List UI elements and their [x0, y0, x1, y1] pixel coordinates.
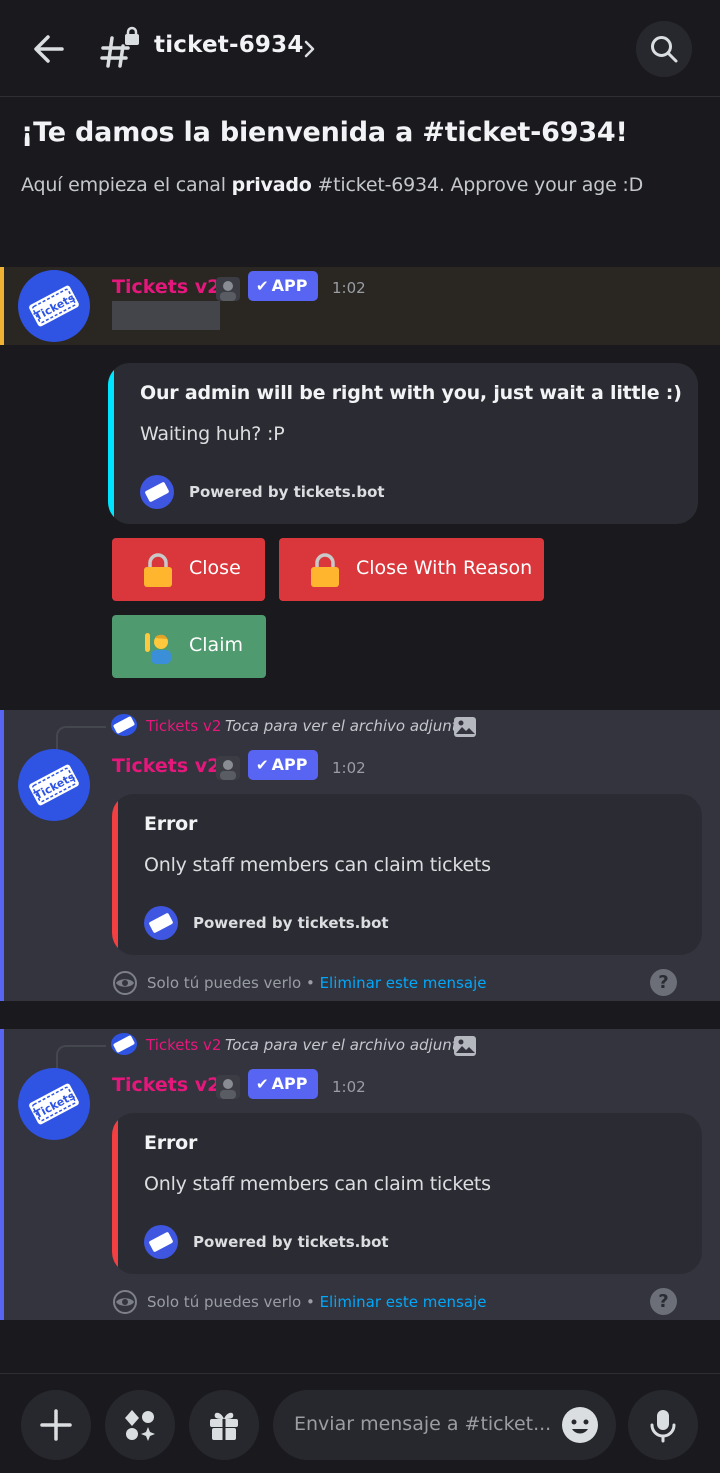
lock-icon — [309, 553, 341, 587]
message-composer: Enviar mensaje a #ticket... — [0, 1373, 720, 1473]
apps-button[interactable] — [105, 1390, 175, 1460]
voice-message-button[interactable] — [628, 1390, 698, 1460]
timestamp: 1:02 — [332, 1078, 366, 1096]
reply-connector — [56, 1045, 106, 1069]
redacted-content — [112, 301, 220, 330]
gift-icon — [210, 1412, 238, 1440]
emoji-icon[interactable] — [561, 1406, 599, 1444]
welcome-title: ¡Te damos la bienvenida a #ticket-6934! — [21, 117, 628, 148]
user-icon — [216, 756, 240, 780]
embed-footer: Powered by tickets.bot — [193, 914, 389, 932]
app-badge: ✔ APP — [248, 750, 318, 780]
eye-icon — [112, 970, 138, 996]
embed-footer: Powered by tickets.bot — [189, 483, 385, 501]
image-icon — [452, 714, 478, 740]
embed-card: Our admin will be right with you, just w… — [108, 363, 698, 524]
embed-accent-bar — [108, 363, 114, 524]
footer-avatar — [144, 906, 178, 940]
microphone-icon — [650, 1410, 676, 1443]
embed-description: Waiting huh? :P — [140, 423, 285, 445]
add-attachment-button[interactable] — [21, 1390, 91, 1460]
embed-description: Only staff members can claim tickets — [144, 854, 491, 876]
image-icon — [452, 1033, 478, 1059]
close-button[interactable]: Close — [112, 538, 265, 601]
search-icon — [651, 36, 678, 63]
lock-icon — [142, 553, 174, 587]
reply-connector — [56, 726, 106, 750]
channel-title[interactable]: ticket-6934 — [154, 32, 304, 58]
private-channel-icon — [100, 26, 142, 70]
app-badge: ✔ APP — [248, 1069, 318, 1099]
chevron-right-icon[interactable] — [300, 36, 318, 62]
timestamp: 1:02 — [332, 759, 366, 777]
gift-button[interactable] — [189, 1390, 259, 1460]
reply-preview[interactable]: Toca para ver el archivo adjunto — [225, 1036, 467, 1054]
delete-message-link[interactable]: Eliminar este mensaje — [320, 1293, 487, 1311]
ephemeral-message[interactable]: Tickets v2 Toca para ver el archivo adju… — [0, 710, 720, 1001]
embed-accent-bar — [112, 794, 118, 955]
apps-icon — [125, 1410, 155, 1441]
search-button[interactable] — [636, 21, 692, 77]
author-name[interactable]: Tickets v2 — [112, 755, 220, 777]
embed-title: Error — [144, 813, 198, 835]
ephemeral-note: Solo tú puedes verlo • Eliminar este men… — [147, 974, 487, 992]
reply-avatar — [111, 1033, 137, 1055]
ephemeral-note: Solo tú puedes verlo • Eliminar este men… — [147, 1293, 487, 1311]
reply-author[interactable]: Tickets v2 — [146, 717, 221, 735]
user-icon — [216, 1075, 240, 1099]
reply-preview[interactable]: Toca para ver el archivo adjunto — [225, 717, 467, 735]
message-highlighted[interactable]: Tickets Tickets v2 ✔ APP 1:02 — [0, 267, 720, 345]
help-icon[interactable]: ? — [650, 969, 677, 996]
eye-icon — [112, 1289, 138, 1315]
embed-description: Only staff members can claim tickets — [144, 1173, 491, 1195]
embed-title: Our admin will be right with you, just w… — [140, 382, 682, 404]
message-placeholder: Enviar mensaje a #ticket... — [294, 1413, 552, 1435]
user-icon — [216, 277, 240, 301]
avatar[interactable]: Tickets — [18, 1068, 90, 1140]
footer-avatar — [144, 1225, 178, 1259]
embed-title: Error — [144, 1132, 198, 1154]
footer-avatar — [140, 475, 174, 509]
reply-avatar — [111, 714, 137, 736]
avatar[interactable]: Tickets — [18, 749, 90, 821]
app-badge: ✔ APP — [248, 271, 318, 301]
claim-button[interactable]: Claim — [112, 615, 266, 678]
delete-message-link[interactable]: Eliminar este mensaje — [320, 974, 487, 992]
person-raising-hand-icon — [142, 630, 174, 664]
embed-card: Error Only staff members can claim ticke… — [112, 1113, 702, 1274]
help-icon[interactable]: ? — [650, 1288, 677, 1315]
embed-card: Error Only staff members can claim ticke… — [112, 794, 702, 955]
timestamp: 1:02 — [332, 279, 366, 297]
embed-footer: Powered by tickets.bot — [193, 1233, 389, 1251]
author-name[interactable]: Tickets v2 — [112, 276, 220, 298]
author-name[interactable]: Tickets v2 — [112, 1074, 220, 1096]
reply-author[interactable]: Tickets v2 — [146, 1036, 221, 1054]
back-arrow-icon[interactable] — [28, 28, 70, 70]
message-input[interactable]: Enviar mensaje a #ticket... — [273, 1390, 616, 1460]
close-with-reason-button[interactable]: Close With Reason — [279, 538, 544, 601]
ephemeral-message[interactable]: Tickets v2 Toca para ver el archivo adju… — [0, 1029, 720, 1320]
avatar[interactable]: Tickets — [18, 270, 90, 342]
embed-accent-bar — [112, 1113, 118, 1274]
welcome-subtitle: Aquí empieza el canal privado #ticket-69… — [21, 174, 644, 196]
plus-icon — [40, 1409, 72, 1441]
channel-header: ticket-6934 — [0, 0, 720, 97]
